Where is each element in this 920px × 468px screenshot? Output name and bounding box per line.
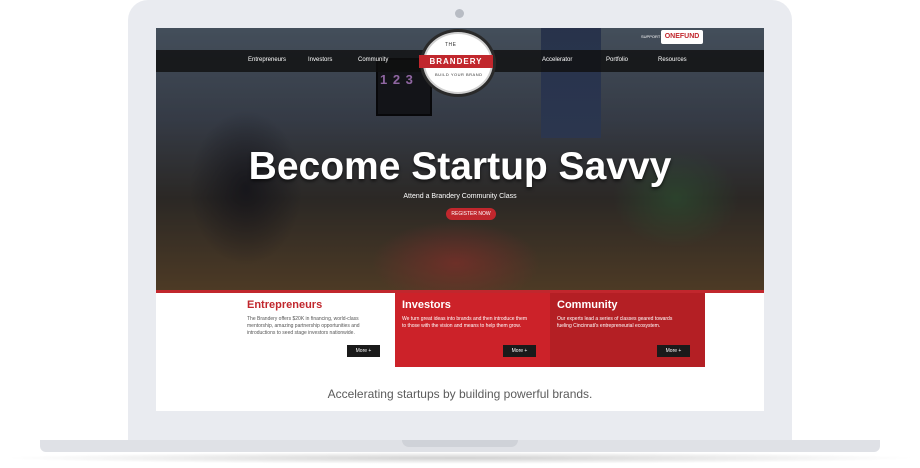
hero-photo: 1 2 3 SUPPORT ONEFUND Entrepreneurs Inve…: [156, 28, 764, 290]
register-now-button[interactable]: REGISTER NOW: [446, 208, 496, 220]
webcam-icon: [455, 9, 464, 18]
nav-entrepreneurs[interactable]: Entrepreneurs: [248, 57, 286, 63]
nav-resources[interactable]: Resources: [658, 57, 687, 63]
community-panel: Community Our experts lead a series of c…: [550, 293, 705, 367]
entrepreneurs-text: The Brandery offers $20K in financing, w…: [247, 316, 360, 336]
entrepreneurs-panel: Entrepreneurs The Brandery offers $20K i…: [240, 293, 395, 367]
onefund-logo[interactable]: ONEFUND: [661, 30, 703, 44]
tagline: Accelerating startups by building powerf…: [327, 387, 593, 401]
nav-accelerator[interactable]: Accelerator: [542, 57, 572, 63]
laptop-notch: [402, 440, 518, 447]
brandery-logo[interactable]: THE BRANDERY BUILD YOUR BRAND: [419, 32, 493, 94]
hero-headline: Become Startup Savvy: [248, 145, 672, 188]
logo-bottom-text: BUILD YOUR BRAND: [435, 72, 483, 77]
logo-top-text: THE: [445, 42, 457, 48]
investors-more-button[interactable]: More +: [503, 345, 536, 357]
investors-title[interactable]: Investors: [402, 299, 451, 311]
sponsor-prefix: SUPPORT: [641, 34, 661, 39]
nav-portfolio[interactable]: Portfolio: [606, 57, 628, 63]
hero-subtitle: Attend a Brandery Community Class: [403, 193, 517, 200]
community-title[interactable]: Community: [557, 299, 618, 311]
nav-investors[interactable]: Investors: [308, 57, 332, 63]
nav-community[interactable]: Community: [358, 57, 388, 63]
investors-panel: Investors We turn great ideas into brand…: [395, 293, 550, 367]
community-text: Our experts lead a series of classes gea…: [557, 316, 673, 329]
entrepreneurs-title[interactable]: Entrepreneurs: [247, 299, 322, 311]
investors-text: We turn great ideas into brands and then…: [402, 316, 527, 329]
website-screen: 1 2 3 SUPPORT ONEFUND Entrepreneurs Inve…: [156, 28, 764, 411]
logo-banner: BRANDERY: [419, 55, 493, 68]
laptop-shadow: [0, 452, 920, 464]
community-more-button[interactable]: More +: [657, 345, 690, 357]
entrepreneurs-more-button[interactable]: More +: [347, 345, 380, 357]
